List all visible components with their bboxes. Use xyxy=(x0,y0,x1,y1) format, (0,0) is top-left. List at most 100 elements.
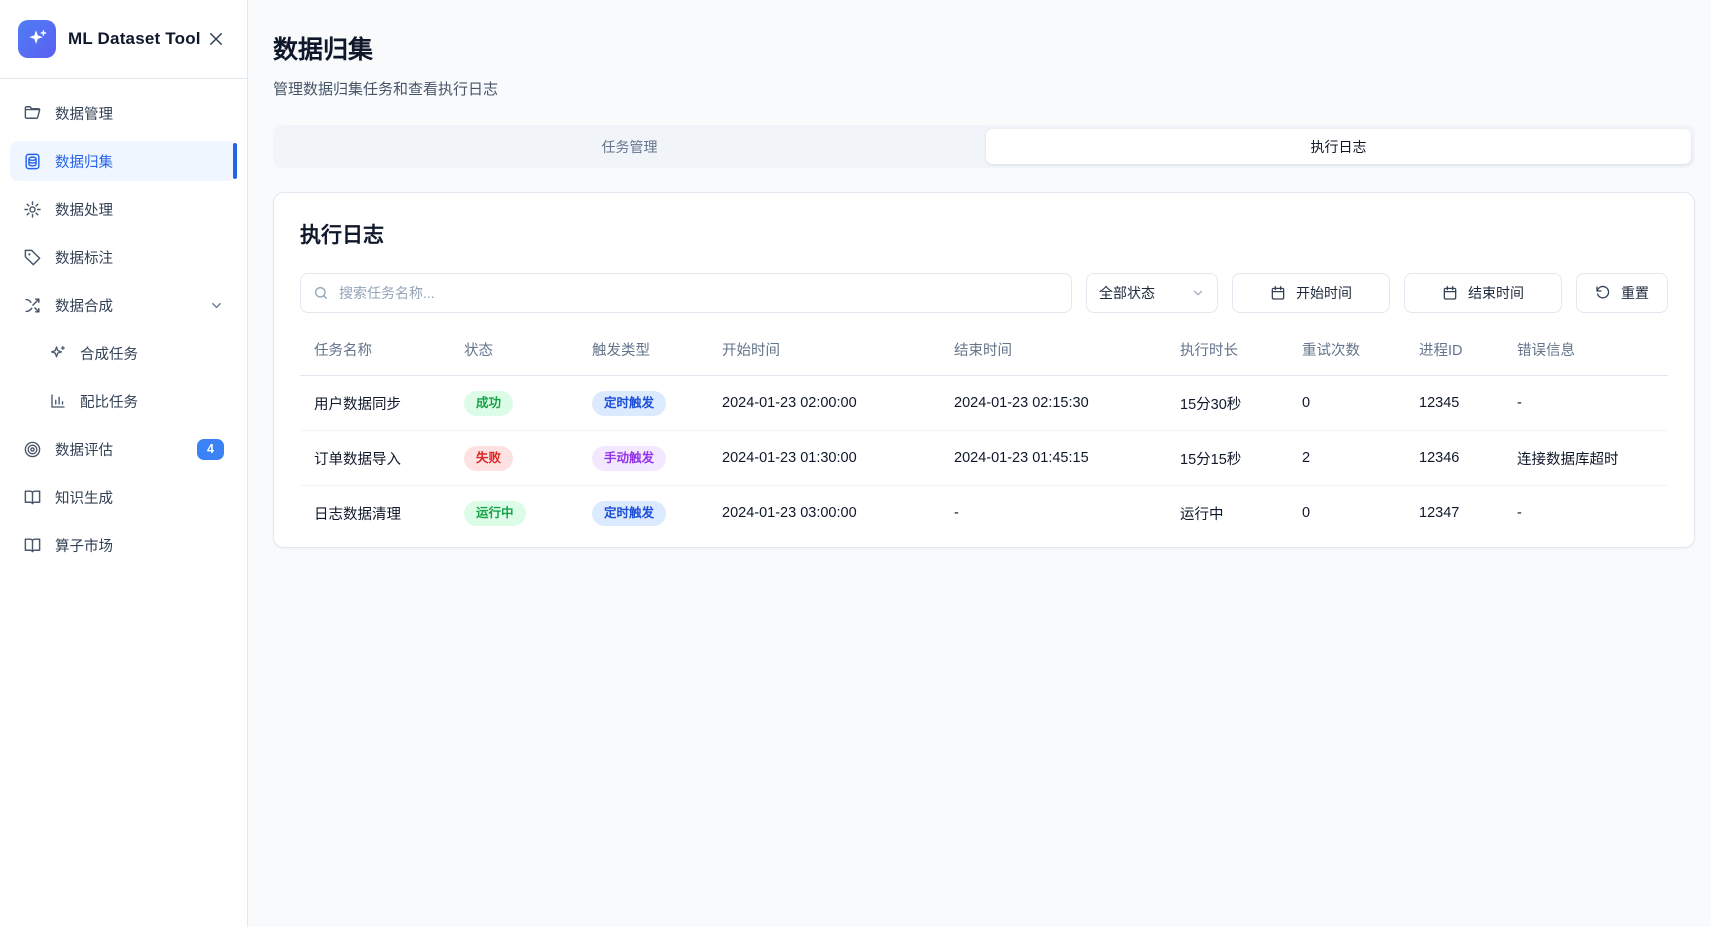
cell-retries: 0 xyxy=(1288,376,1405,431)
sparkles-logo-icon xyxy=(26,28,48,50)
sidebar-item-label: 配比任务 xyxy=(80,391,138,412)
sidebar-close-button[interactable] xyxy=(203,26,229,52)
sidebar-item-label: 数据标注 xyxy=(55,247,113,268)
reset-icon xyxy=(1595,285,1611,301)
table-row: 日志数据清理 运行中 定时触发 2024-01-23 03:00:00 - 运行… xyxy=(300,486,1668,541)
col-retries: 重试次数 xyxy=(1288,333,1405,376)
end-time-button[interactable]: 结束时间 xyxy=(1404,273,1562,313)
cell-retries: 2 xyxy=(1288,431,1405,486)
start-time-button[interactable]: 开始时间 xyxy=(1232,273,1390,313)
col-status: 状态 xyxy=(450,333,578,376)
tab-bar: 任务管理 执行日志 xyxy=(273,125,1695,168)
trigger-badge: 定时触发 xyxy=(592,501,666,526)
tag-icon xyxy=(23,248,42,267)
main-content: 数据归集 管理数据归集任务和查看执行日志 任务管理 执行日志 执行日志 全部状态 xyxy=(248,0,1711,927)
cell-pid: 12347 xyxy=(1405,486,1503,541)
execution-log-table: 任务名称 状态 触发类型 开始时间 结束时间 执行时长 重试次数 进程ID 错误… xyxy=(300,333,1668,541)
shuffle-icon xyxy=(23,296,42,315)
database-icon xyxy=(23,152,42,171)
sidebar-item-data-synthesis[interactable]: 数据合成 xyxy=(10,285,237,325)
sidebar-item-label: 数据归集 xyxy=(55,151,113,172)
cell-error: - xyxy=(1503,486,1668,541)
status-badge: 失败 xyxy=(464,446,513,471)
sidebar-item-data-annotation[interactable]: 数据标注 xyxy=(10,237,237,277)
cell-start-time: 2024-01-23 02:00:00 xyxy=(708,376,940,431)
calendar-icon xyxy=(1442,285,1458,301)
table-row: 订单数据导入 失败 手动触发 2024-01-23 01:30:00 2024-… xyxy=(300,431,1668,486)
folder-icon xyxy=(23,104,42,123)
chevron-down-icon xyxy=(209,298,224,313)
cell-task-name: 日志数据清理 xyxy=(300,486,450,541)
panel-title: 执行日志 xyxy=(300,219,1668,249)
col-start-time: 开始时间 xyxy=(708,333,940,376)
sparkles-icon xyxy=(49,344,67,362)
col-duration: 执行时长 xyxy=(1166,333,1288,376)
table-row: 用户数据同步 成功 定时触发 2024-01-23 02:00:00 2024-… xyxy=(300,376,1668,431)
col-pid: 进程ID xyxy=(1405,333,1503,376)
end-time-label: 结束时间 xyxy=(1468,283,1524,303)
search-input[interactable] xyxy=(300,273,1072,313)
sidebar-item-synthesis-task[interactable]: 合成任务 xyxy=(10,333,237,373)
col-end-time: 结束时间 xyxy=(940,333,1166,376)
sidebar-item-label: 数据管理 xyxy=(55,103,113,124)
sidebar: ML Dataset Tool 数据管理 数据归集 数据处理 xyxy=(0,0,248,927)
status-filter-select[interactable]: 全部状态 xyxy=(1086,273,1218,313)
cell-retries: 0 xyxy=(1288,486,1405,541)
trigger-badge: 定时触发 xyxy=(592,391,666,416)
cell-end-time: - xyxy=(940,486,1166,541)
app-title: ML Dataset Tool xyxy=(68,29,203,49)
search-icon xyxy=(313,285,329,301)
reset-label: 重置 xyxy=(1621,283,1649,303)
sidebar-header: ML Dataset Tool xyxy=(0,0,247,79)
sidebar-item-data-processing[interactable]: 数据处理 xyxy=(10,189,237,229)
cell-start-time: 2024-01-23 01:30:00 xyxy=(708,431,940,486)
cell-error: 连接数据库超时 xyxy=(1503,431,1668,486)
chevron-down-icon xyxy=(1191,286,1205,300)
gear-icon xyxy=(23,200,42,219)
sidebar-item-operator-market[interactable]: 算子市场 xyxy=(10,525,237,565)
cell-duration: 15分15秒 xyxy=(1166,431,1288,486)
cell-pid: 12346 xyxy=(1405,431,1503,486)
cell-pid: 12345 xyxy=(1405,376,1503,431)
page-subtitle: 管理数据归集任务和查看执行日志 xyxy=(273,78,1695,99)
cell-end-time: 2024-01-23 01:45:15 xyxy=(940,431,1166,486)
cell-end-time: 2024-01-23 02:15:30 xyxy=(940,376,1166,431)
trigger-badge: 手动触发 xyxy=(592,446,666,471)
evaluation-count-badge: 4 xyxy=(197,439,224,460)
execution-logs-panel: 执行日志 全部状态 开始时间 xyxy=(273,192,1695,548)
cell-duration: 15分30秒 xyxy=(1166,376,1288,431)
reset-button[interactable]: 重置 xyxy=(1576,273,1668,313)
page-title: 数据归集 xyxy=(273,30,1695,66)
tab-execution-logs[interactable]: 执行日志 xyxy=(986,129,1691,164)
col-error: 错误信息 xyxy=(1503,333,1668,376)
status-badge: 运行中 xyxy=(464,501,526,526)
search-box xyxy=(300,273,1072,313)
target-icon xyxy=(23,440,42,459)
sidebar-item-data-evaluation[interactable]: 数据评估 4 xyxy=(10,429,237,469)
cell-task-name: 订单数据导入 xyxy=(300,431,450,486)
sidebar-item-label: 知识生成 xyxy=(55,487,113,508)
bar-chart-icon xyxy=(49,392,67,410)
app-logo xyxy=(18,20,56,58)
sidebar-item-label: 合成任务 xyxy=(80,343,138,364)
col-task-name: 任务名称 xyxy=(300,333,450,376)
status-badge: 成功 xyxy=(464,391,513,416)
sidebar-item-data-management[interactable]: 数据管理 xyxy=(10,93,237,133)
cell-start-time: 2024-01-23 03:00:00 xyxy=(708,486,940,541)
sidebar-item-label: 算子市场 xyxy=(55,535,113,556)
sidebar-item-knowledge-generation[interactable]: 知识生成 xyxy=(10,477,237,517)
filter-toolbar: 全部状态 开始时间 结束时间 xyxy=(300,273,1668,313)
status-filter-value: 全部状态 xyxy=(1099,283,1155,303)
sidebar-nav: 数据管理 数据归集 数据处理 数据标注 数据合成 xyxy=(0,79,247,927)
sidebar-item-label: 数据评估 xyxy=(55,439,113,460)
sidebar-item-ratio-task[interactable]: 配比任务 xyxy=(10,381,237,421)
sidebar-item-label: 数据处理 xyxy=(55,199,113,220)
book-open-icon xyxy=(23,536,42,555)
tab-task-management[interactable]: 任务管理 xyxy=(277,129,982,164)
calendar-icon xyxy=(1270,285,1286,301)
cell-task-name: 用户数据同步 xyxy=(300,376,450,431)
col-trigger-type: 触发类型 xyxy=(578,333,708,376)
start-time-label: 开始时间 xyxy=(1296,283,1352,303)
sidebar-item-data-collection[interactable]: 数据归集 xyxy=(10,141,237,181)
book-open-icon xyxy=(23,488,42,507)
